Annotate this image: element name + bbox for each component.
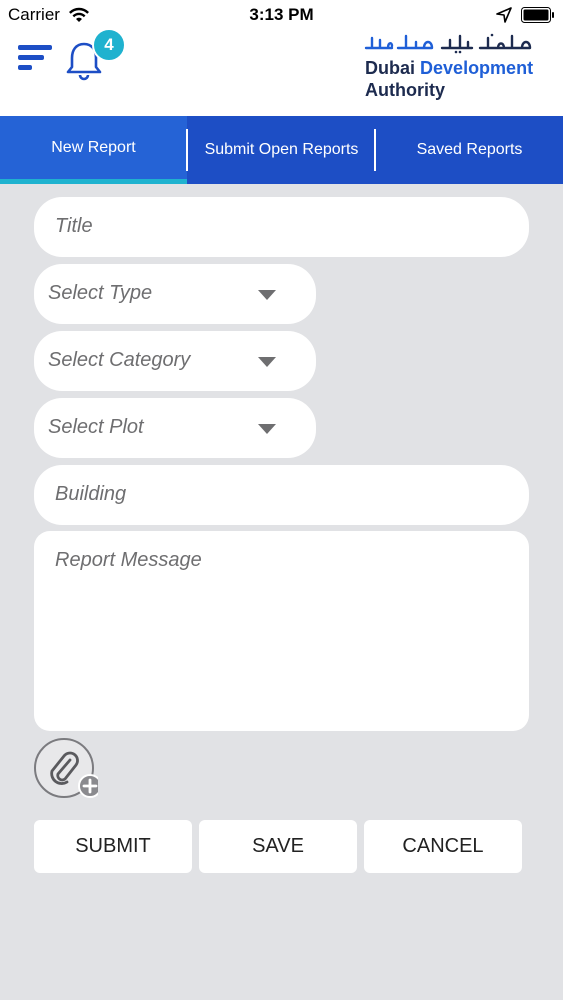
logo-text-development: Development bbox=[420, 58, 534, 78]
clock: 3:13 PM bbox=[249, 5, 314, 24]
select-type-placeholder: Select Type bbox=[48, 282, 153, 304]
tab-label: Saved Reports bbox=[416, 141, 523, 158]
building-input[interactable]: Building bbox=[34, 465, 529, 525]
arabic-logotype bbox=[364, 33, 532, 54]
notification-count-badge[interactable]: 4 bbox=[92, 28, 126, 62]
select-category-placeholder: Select Category bbox=[48, 349, 191, 371]
report-message-textarea[interactable]: Report Message bbox=[34, 531, 529, 731]
dda-logo: Dubai Development Authority bbox=[362, 32, 552, 104]
title-input[interactable]: Title bbox=[34, 197, 529, 257]
status-bar: Carrier 3:13 PM bbox=[0, 0, 563, 30]
title-placeholder: Title bbox=[55, 215, 93, 237]
select-plot-dropdown[interactable]: Select Plot bbox=[34, 398, 316, 458]
building-placeholder: Building bbox=[55, 483, 127, 505]
save-button[interactable]: SAVE bbox=[199, 820, 357, 873]
attachment-add-icon[interactable] bbox=[34, 738, 98, 802]
select-category-dropdown[interactable]: Select Category bbox=[34, 331, 316, 391]
logo-text-line1: Dubai Development bbox=[365, 58, 533, 79]
chevron-down-icon bbox=[258, 424, 276, 434]
logo-text-authority: Authority bbox=[365, 80, 445, 100]
menu-icon[interactable] bbox=[16, 42, 56, 74]
chevron-down-icon bbox=[258, 357, 276, 367]
select-plot-placeholder: Select Plot bbox=[48, 416, 144, 438]
cancel-button[interactable]: CANCEL bbox=[364, 820, 522, 873]
location-arrow-icon bbox=[496, 7, 512, 23]
submit-button[interactable]: SUBMIT bbox=[34, 820, 192, 873]
report-message-placeholder: Report Message bbox=[55, 549, 202, 571]
tab-saved-reports[interactable]: Saved Reports bbox=[376, 116, 563, 184]
tab-label: New Report bbox=[51, 138, 136, 156]
tab-label: Submit Open Reports bbox=[204, 141, 359, 158]
tab-bar: New Report Submit Open Reports Saved Rep… bbox=[0, 116, 563, 184]
app-header: 4 Dubai Development Authority bbox=[0, 28, 563, 116]
battery-icon bbox=[521, 7, 554, 23]
select-type-dropdown[interactable]: Select Type bbox=[34, 264, 316, 324]
tab-submit-open-reports[interactable]: Submit Open Reports bbox=[187, 116, 376, 184]
chevron-down-icon bbox=[258, 290, 276, 300]
logo-text-dubai: Dubai bbox=[365, 58, 416, 78]
tab-new-report[interactable]: New Report bbox=[0, 116, 187, 184]
